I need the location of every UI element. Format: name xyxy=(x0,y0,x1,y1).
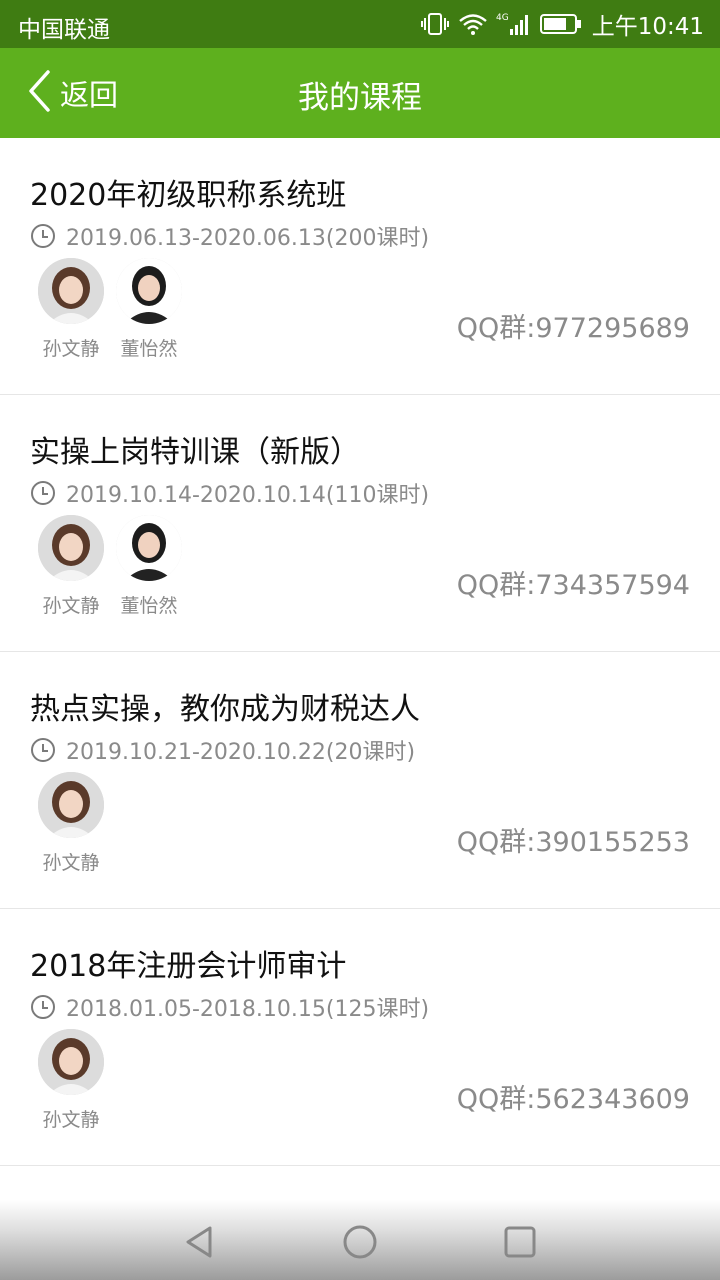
status-icons: 4G 上午10:41 xyxy=(412,9,704,40)
teacher-name: 孙文静 xyxy=(42,1109,100,1131)
teacher-item[interactable]: 董怡然 xyxy=(110,515,188,618)
course-period: 2019.06.13-2020.06.13(200课时) xyxy=(30,220,429,252)
qq-group: QQ群:977295689 xyxy=(456,313,690,344)
course-title: 2020年初级职称系统班 xyxy=(30,178,347,213)
battery-icon xyxy=(539,13,582,35)
clock-icon xyxy=(31,738,55,762)
teacher-name: 董怡然 xyxy=(120,595,178,617)
teacher-list: 孙文静 董怡然 xyxy=(32,258,188,361)
signal-4g-icon: 4G xyxy=(496,11,532,37)
teacher-item[interactable]: 孙文静 xyxy=(32,772,110,875)
teacher-item[interactable]: 孙文静 xyxy=(32,1029,110,1132)
avatar xyxy=(116,258,182,324)
avatar xyxy=(116,515,182,581)
course-period: 2018.01.05-2018.10.15(125课时) xyxy=(30,991,429,1023)
avatar xyxy=(38,1029,104,1095)
course-card[interactable]: 2018年注册会计师审计 2018.01.05-2018.10.15(125课时… xyxy=(0,909,720,1166)
avatar xyxy=(38,772,104,838)
system-nav-bar xyxy=(0,1200,720,1280)
teacher-name: 孙文静 xyxy=(42,338,100,360)
clock-icon xyxy=(31,224,55,248)
course-card[interactable]: 2020年初级职称系统班 2019.06.13-2020.06.13(200课时… xyxy=(0,138,720,395)
teacher-list: 孙文静 xyxy=(32,1029,110,1132)
teacher-name: 孙文静 xyxy=(42,852,100,874)
page-title: 我的课程 xyxy=(298,80,422,116)
teacher-item[interactable]: 董怡然 xyxy=(110,258,188,361)
course-period: 2019.10.21-2020.10.22(20课时) xyxy=(30,734,415,766)
course-card[interactable]: 实操上岗特训课（新版） 2019.10.14-2020.10.14(110课时) xyxy=(0,395,720,652)
vibrate-icon xyxy=(420,12,450,36)
course-period-text: 2019.10.21-2020.10.22(20课时) xyxy=(66,740,416,765)
course-title: 热点实操，教你成为财税达人 xyxy=(30,692,420,727)
teacher-list: 孙文静 xyxy=(32,772,110,875)
status-bar: 中国联通 4G 上午10:41 xyxy=(0,0,720,48)
course-card[interactable]: 热点实操，教你成为财税达人 2019.10.21-2020.10.22(20课时… xyxy=(0,652,720,909)
clock-icon xyxy=(31,995,55,1019)
course-title: 实操上岗特训课（新版） xyxy=(30,435,360,470)
course-title: 2018年注册会计师审计 xyxy=(30,949,347,984)
avatar xyxy=(38,258,104,324)
course-period-text: 2019.06.13-2020.06.13(200课时) xyxy=(66,226,430,251)
teacher-item[interactable]: 孙文静 xyxy=(32,258,110,361)
qq-group: QQ群:390155253 xyxy=(456,827,690,858)
teacher-name: 董怡然 xyxy=(120,338,178,360)
carrier-name: 中国联通 xyxy=(18,17,110,43)
network-type-label: 4G xyxy=(496,13,509,23)
course-period-text: 2019.10.14-2020.10.14(110课时) xyxy=(66,483,430,508)
qq-group: QQ群:734357594 xyxy=(456,570,690,601)
teacher-item[interactable]: 孙文静 xyxy=(32,515,110,618)
course-period: 2019.10.14-2020.10.14(110课时) xyxy=(30,477,429,509)
home-circle-icon[interactable] xyxy=(340,1222,380,1262)
qq-group: QQ群:562343609 xyxy=(456,1084,690,1115)
back-triangle-icon[interactable] xyxy=(180,1222,220,1262)
nav-bar: 返回 我的课程 xyxy=(0,48,720,138)
course-list: 2020年初级职称系统班 2019.06.13-2020.06.13(200课时… xyxy=(0,138,720,1210)
recents-square-icon[interactable] xyxy=(500,1222,540,1262)
teacher-list: 孙文静 董怡然 xyxy=(32,515,188,618)
wifi-icon xyxy=(458,12,488,36)
teacher-name: 孙文静 xyxy=(42,595,100,617)
clock-icon xyxy=(31,481,55,505)
avatar xyxy=(38,515,104,581)
course-period-text: 2018.01.05-2018.10.15(125课时) xyxy=(66,997,430,1022)
clock-time: 上午10:41 xyxy=(591,14,704,40)
